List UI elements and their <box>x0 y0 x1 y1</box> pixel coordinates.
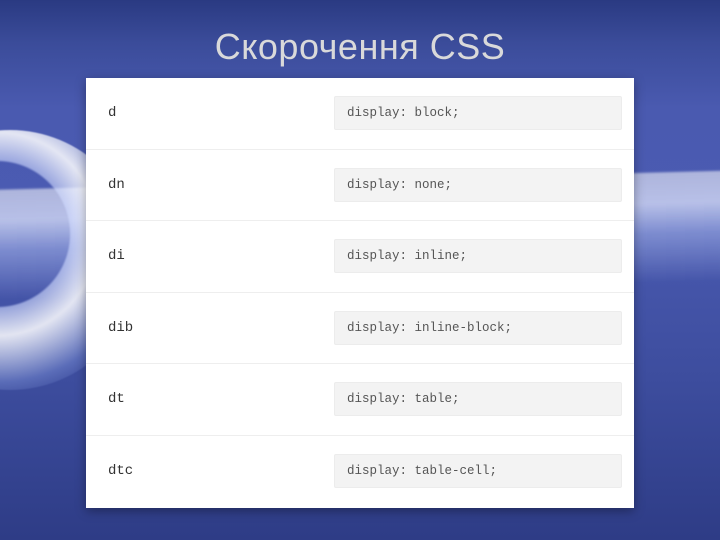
expansion-cell: display: none; <box>334 168 634 202</box>
abbr-cell: dib <box>86 320 334 336</box>
table-row: dtc display: table-cell; <box>86 436 634 508</box>
table-row: dt display: table; <box>86 364 634 436</box>
expansion-code: display: none; <box>334 168 622 202</box>
expansion-code: display: table; <box>334 382 622 416</box>
expansion-code: display: inline; <box>334 239 622 273</box>
abbr-cell: dt <box>86 391 334 407</box>
expansion-code: display: inline-block; <box>334 311 622 345</box>
abbr-cell: d <box>86 105 334 121</box>
expansion-code: display: table-cell; <box>334 454 622 488</box>
table-row: dn display: none; <box>86 150 634 222</box>
table-row: dib display: inline-block; <box>86 293 634 365</box>
abbr-cell: di <box>86 248 334 264</box>
expansion-cell: display: inline-block; <box>334 311 634 345</box>
shortcuts-table: d display: block; dn display: none; di d… <box>86 78 634 508</box>
expansion-cell: display: table-cell; <box>334 454 634 488</box>
table-row: d display: block; <box>86 78 634 150</box>
expansion-cell: display: table; <box>334 382 634 416</box>
expansion-cell: display: inline; <box>334 239 634 273</box>
slide-title: Скорочення CSS <box>0 26 720 68</box>
table-row: di display: inline; <box>86 221 634 293</box>
expansion-code: display: block; <box>334 96 622 130</box>
abbr-cell: dtc <box>86 463 334 479</box>
abbr-cell: dn <box>86 177 334 193</box>
expansion-cell: display: block; <box>334 96 634 130</box>
